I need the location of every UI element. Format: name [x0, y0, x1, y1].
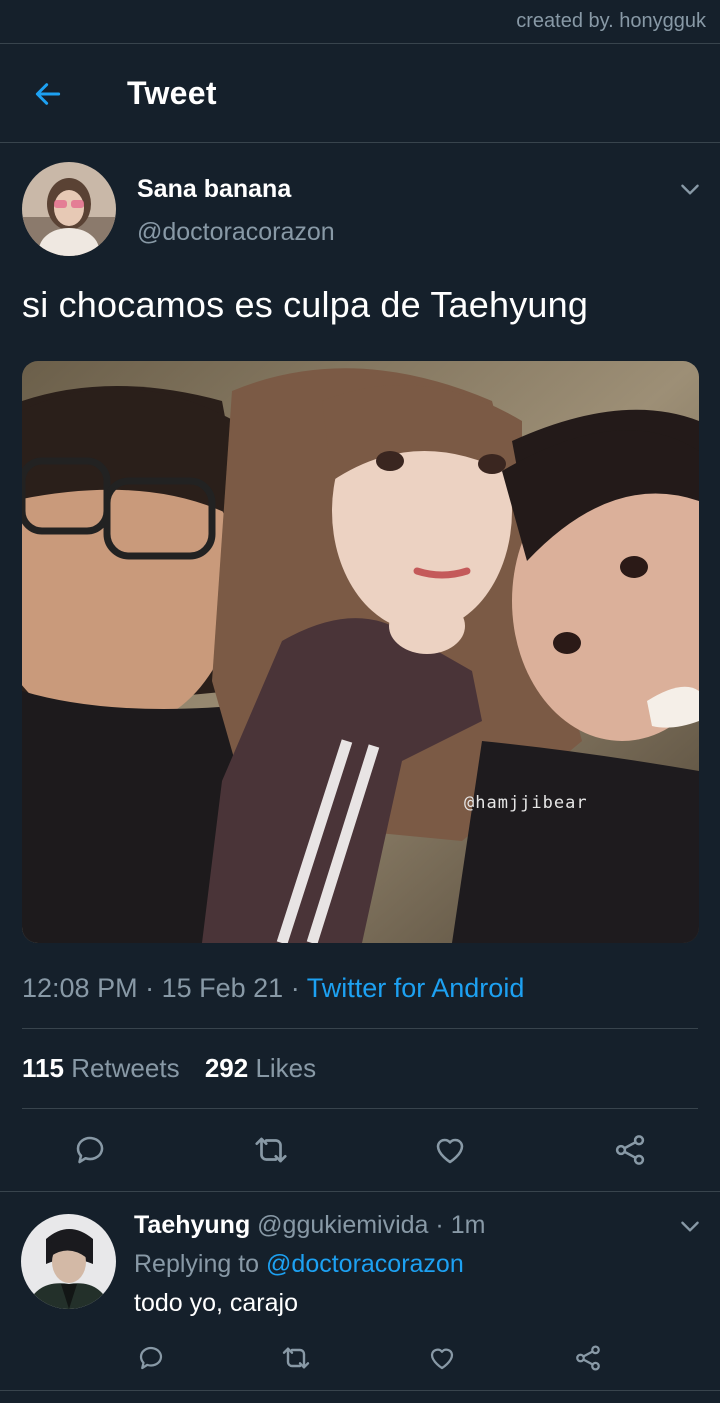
reply-retweet-button[interactable] — [278, 1340, 314, 1376]
retweets-stat[interactable]: 115 Retweets — [22, 1053, 198, 1083]
reply-options-button[interactable] — [677, 1213, 703, 1239]
reply-reply-button[interactable] — [133, 1340, 169, 1376]
actions-divider — [0, 1191, 720, 1192]
retweets-count: 115 — [22, 1053, 64, 1083]
tweet-source-link[interactable]: Twitter for Android — [307, 973, 525, 1003]
replying-to-link[interactable]: @doctoracorazon — [266, 1250, 464, 1278]
replying-to-prefix: Replying to — [134, 1250, 260, 1278]
meta-divider — [22, 1028, 698, 1029]
reply-icon — [139, 1346, 163, 1370]
top-divider — [0, 43, 720, 44]
tweet-time: 12:08 PM — [22, 973, 138, 1003]
replying-to-line: Replying to @doctoracorazon — [134, 1250, 464, 1279]
meta-separator: · — [145, 973, 155, 1003]
page-title: Tweet — [127, 75, 217, 111]
meta-separator: · — [290, 973, 300, 1003]
media-photo — [22, 361, 699, 943]
reply-author-name[interactable]: Taehyung — [134, 1211, 250, 1239]
share-icon — [615, 1135, 645, 1165]
tweet-stats: 115 Retweets 292 Likes — [22, 1053, 334, 1084]
like-button[interactable] — [428, 1128, 472, 1172]
likes-count: 292 — [204, 1053, 249, 1083]
bottom-divider — [0, 1390, 720, 1391]
author-handle[interactable]: @doctoracorazon — [137, 218, 335, 247]
tweet-date: 15 Feb 21 — [161, 973, 284, 1003]
stats-divider — [22, 1108, 698, 1109]
reply-time: 1m — [450, 1211, 486, 1239]
reply-like-button[interactable] — [424, 1340, 460, 1376]
like-icon — [436, 1138, 464, 1164]
share-button[interactable] — [608, 1128, 652, 1172]
tweet-options-button[interactable] — [677, 176, 703, 202]
media-watermark: @hamjjibear — [464, 793, 588, 813]
reply-author-avatar[interactable] — [21, 1214, 116, 1309]
share-icon — [576, 1345, 600, 1371]
reply-button[interactable] — [68, 1128, 112, 1172]
chevron-down-icon — [681, 184, 699, 195]
likes-label: Likes — [255, 1053, 317, 1083]
retweet-button[interactable] — [249, 1128, 293, 1172]
author-avatar[interactable] — [22, 162, 116, 256]
arrow-left-icon — [35, 83, 61, 105]
tweet-text: si chocamos es culpa de Taehyung — [22, 284, 589, 325]
like-icon — [430, 1348, 454, 1370]
reply-icon — [76, 1136, 104, 1164]
reply-share-button[interactable] — [570, 1340, 606, 1376]
author-name[interactable]: Sana banana — [137, 175, 291, 204]
credit-text: created by. honygguk — [516, 10, 706, 32]
reply-header: Taehyung @ggukiemivida · 1m — [134, 1211, 485, 1240]
retweet-icon — [255, 1137, 287, 1163]
reply-separator: · — [435, 1211, 444, 1239]
tweet-media[interactable]: @hamjjibear — [22, 361, 699, 943]
reply-author-handle[interactable]: @ggukiemivida — [257, 1211, 428, 1239]
back-button[interactable] — [28, 74, 68, 114]
likes-stat[interactable]: 292 Likes — [205, 1053, 334, 1083]
tweet-meta: 12:08 PM · 15 Feb 21 · Twitter for Andro… — [22, 973, 524, 1004]
header-divider — [0, 142, 720, 143]
chevron-down-icon — [681, 1221, 699, 1232]
retweet-icon — [282, 1347, 310, 1369]
retweets-label: Retweets — [71, 1053, 180, 1083]
reply-text: todo yo, carajo — [134, 1289, 298, 1317]
